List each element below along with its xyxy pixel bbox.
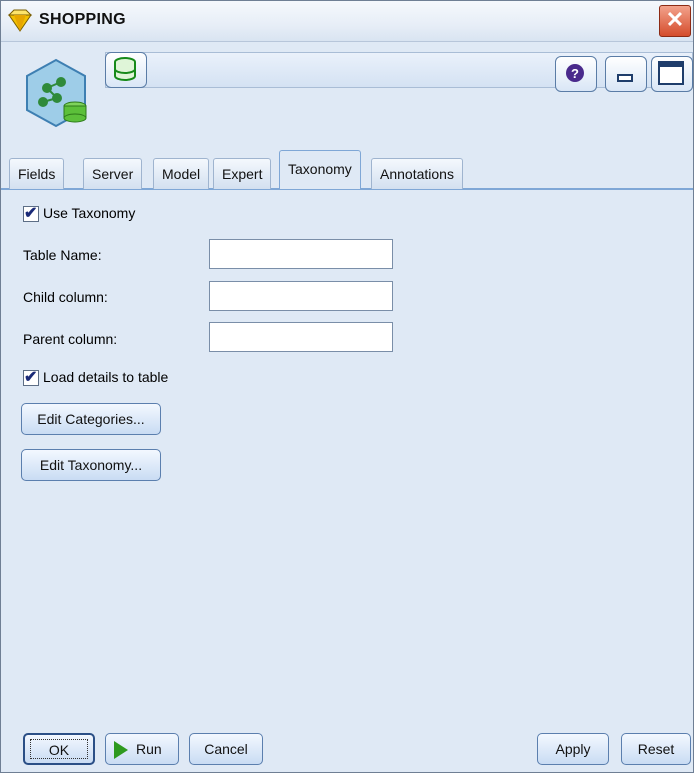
play-icon — [114, 741, 128, 760]
tab-fields[interactable]: Fields — [9, 158, 65, 189]
checkmark-icon: ✔ — [24, 205, 38, 222]
tab-annotations[interactable]: Annotations — [371, 158, 463, 189]
apply-button[interactable]: Apply — [537, 733, 609, 765]
use-taxonomy-label: Use Taxonomy — [43, 205, 136, 221]
svg-text:?: ? — [571, 66, 579, 81]
database-icon — [114, 57, 136, 81]
table-name-label: Table Name: — [23, 247, 102, 263]
tab-taxonomy[interactable]: Taxonomy — [279, 150, 361, 189]
load-details-checkbox[interactable]: ✔ — [23, 369, 39, 386]
help-icon: ? — [566, 64, 584, 82]
parent-column-label: Parent column: — [23, 331, 118, 347]
child-column-input[interactable] — [209, 281, 393, 311]
tab-model[interactable]: Model — [153, 158, 210, 189]
use-taxonomy-checkbox[interactable]: ✔ — [23, 205, 39, 222]
diamond-node-icon — [7, 9, 33, 32]
dialog-button-bar: OK Run Cancel Apply Reset — [1, 729, 693, 771]
close-button[interactable]: ✕ — [659, 5, 691, 37]
maximize-button[interactable] — [651, 56, 693, 92]
run-button[interactable]: Run — [105, 733, 179, 765]
taxonomy-panel: ✔ Use Taxonomy Table Name: Child column:… — [1, 191, 693, 711]
reset-button[interactable]: Reset — [621, 733, 691, 765]
edit-taxonomy-button[interactable]: Edit Taxonomy... — [21, 449, 161, 481]
focus-ring — [30, 739, 88, 759]
run-label: Run — [136, 741, 162, 757]
association-model-node-icon — [26, 58, 87, 128]
toolbar-area: ? — [1, 42, 693, 150]
tab-server[interactable]: Server — [83, 158, 143, 189]
minimize-button[interactable] — [605, 56, 647, 92]
close-icon: ✕ — [665, 7, 685, 32]
load-details-label: Load details to table — [43, 369, 169, 385]
minimize-icon — [617, 74, 633, 82]
table-name-input[interactable] — [209, 239, 393, 269]
cancel-button[interactable]: Cancel — [189, 733, 263, 765]
title-bar: SHOPPING ✕ — [1, 1, 693, 42]
edit-categories-button[interactable]: Edit Categories... — [21, 403, 161, 435]
window-title: SHOPPING — [39, 11, 126, 28]
shopping-dialog: SHOPPING ✕ ? Fields Server Model Expert … — [0, 0, 694, 773]
checkmark-icon: ✔ — [24, 369, 38, 386]
tab-bar: Fields Server Model Expert Taxonomy Anno… — [1, 150, 693, 190]
tab-expert[interactable]: Expert — [213, 158, 272, 189]
database-button[interactable] — [105, 52, 147, 88]
ok-button[interactable]: OK — [23, 733, 95, 765]
child-column-label: Child column: — [23, 289, 108, 305]
maximize-icon — [658, 61, 684, 85]
help-button[interactable]: ? — [555, 56, 597, 92]
parent-column-input[interactable] — [209, 322, 393, 352]
